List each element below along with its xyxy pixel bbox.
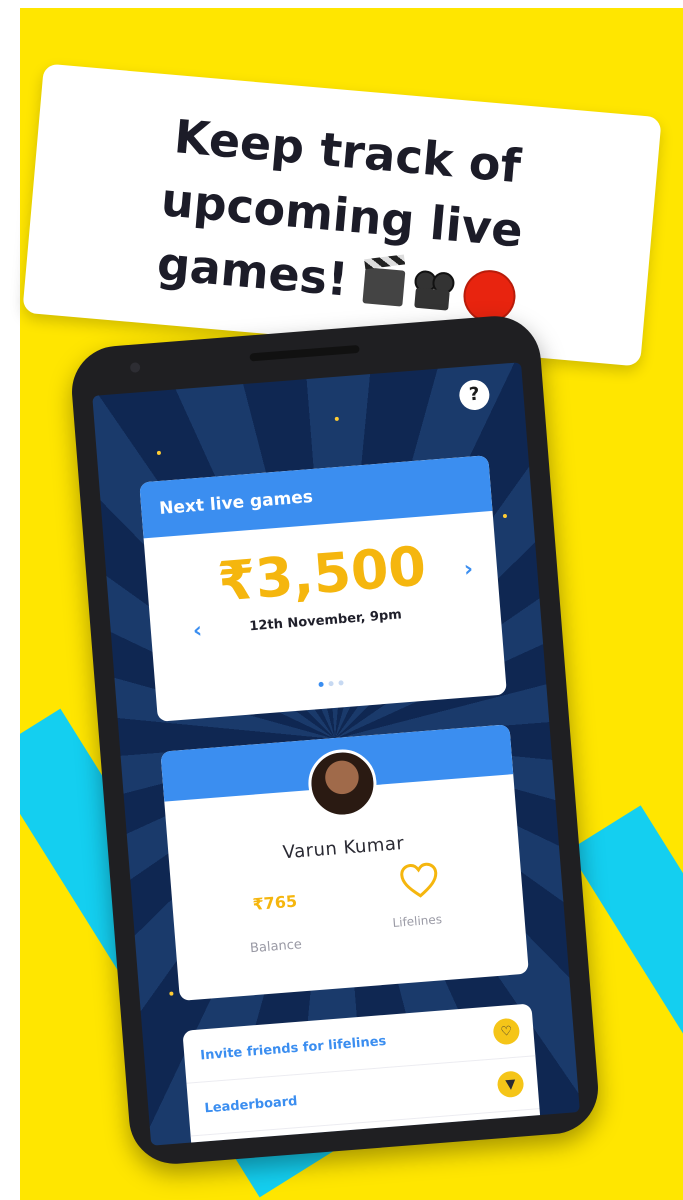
heart-icon[interactable] [398,860,441,903]
caption-icons [361,259,518,324]
pager-dot [337,680,344,686]
sparkle [169,991,174,996]
camera-body [413,287,450,311]
pager-dot [327,680,334,687]
pager-dots [156,667,505,699]
caption-heading: Keep track of upcoming live games! [124,101,559,329]
phone-speaker [249,344,360,362]
clapperboard-icon [362,266,406,307]
profile-name: Varun Kumar [282,832,405,864]
sparkle [334,416,339,422]
movie-camera-icon [412,269,456,312]
heart-icon: ♡ [492,1017,521,1046]
balance-label: Balance [249,937,303,957]
balance-value: ₹765 [251,891,298,914]
games-card-title: Next live games [139,455,493,539]
red-circle-icon [461,267,518,324]
phone-camera [129,362,141,373]
next-game-button[interactable]: › [463,557,474,583]
help-button[interactable]: ? [458,378,491,412]
sparkle [502,513,508,519]
phone-mockup: ? Next live games ₹3,500 12th November, … [68,312,602,1168]
menu-item-label: Invite friends for lifelines [199,1033,387,1064]
pager-dot [317,681,324,688]
trophy-icon: ▼ [496,1070,525,1099]
app-screen: ? Next live games ₹3,500 12th November, … [92,362,580,1146]
menu-card: Invite friends for lifelines ♡ Leaderboa… [182,1003,543,1146]
profile-card: Varun Kumar ₹765 Balance Lifelines [160,724,529,1001]
lifelines-label: Lifelines [391,912,443,931]
previous-game-button[interactable]: ‹ [192,618,203,644]
menu-item-label: Leaderboard [203,1093,298,1116]
sparkle [156,450,162,456]
next-live-games-card[interactable]: Next live games ₹3,500 12th November, 9p… [139,455,507,722]
